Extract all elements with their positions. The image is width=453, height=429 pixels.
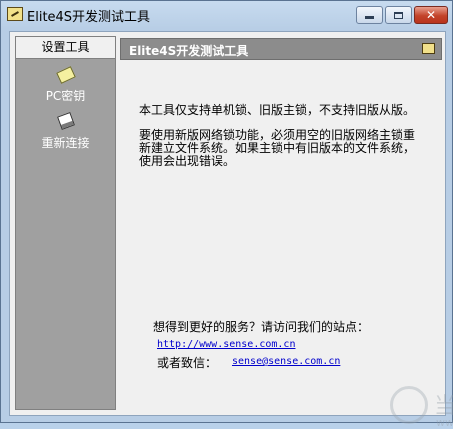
main-header: Elite4S开发测试工具: [120, 38, 442, 60]
sidebar-item-pc-key[interactable]: PC密钥: [16, 66, 115, 104]
client-area: 设置工具 PC密钥 重新连接 Elite4S开发测试工具 本工具仅支持单机锁、旧…: [9, 31, 453, 429]
close-button[interactable]: ✕: [414, 6, 448, 24]
window-title: Elite4S开发测试工具: [27, 10, 151, 25]
warning-paragraph: 要使用新版网络锁功能，必须用空的旧版网络主锁重新建立文件系统。如果主锁中有旧版本…: [139, 128, 416, 168]
service-question: 想得到更好的服务？请访问我们的站点：: [153, 320, 370, 334]
app-key-icon: [7, 7, 23, 21]
minimize-icon: [365, 16, 374, 19]
maximize-icon: [394, 11, 403, 19]
main-title: Elite4S开发测试工具: [129, 44, 249, 58]
close-icon: ✕: [425, 8, 437, 22]
main-panel: Elite4S开发测试工具 本工具仅支持单机锁、旧版主锁，不支持旧版从版。 要使…: [120, 38, 453, 429]
sidebar: 设置工具 PC密钥 重新连接: [15, 36, 116, 410]
reconnect-icon: [56, 112, 75, 130]
sidebar-header: 设置工具: [16, 37, 115, 59]
website-link[interactable]: http://www.sense.com.cn: [157, 339, 295, 350]
email-link[interactable]: sense@sense.com.cn: [232, 356, 340, 367]
app-window: Elite4S开发测试工具 ✕ 设置工具 PC密钥 重新连接 Elite4S开发…: [0, 0, 453, 429]
notice-paragraph: 本工具仅支持单机锁、旧版主锁，不支持旧版从版。: [139, 103, 416, 117]
sidebar-item-label: PC密钥: [45, 89, 86, 103]
contact-label: 或者致信：: [157, 356, 218, 370]
sidebar-item-reconnect[interactable]: 重新连接: [16, 112, 115, 151]
watermark-logo-icon: [390, 386, 428, 424]
maximize-button[interactable]: [385, 6, 412, 24]
title-bar[interactable]: Elite4S开发测试工具 ✕: [1, 1, 452, 29]
minimize-button[interactable]: [356, 6, 383, 24]
sidebar-item-label: 重新连接: [41, 136, 90, 150]
tool-icon: [422, 43, 435, 54]
key-card-icon: [55, 66, 76, 84]
